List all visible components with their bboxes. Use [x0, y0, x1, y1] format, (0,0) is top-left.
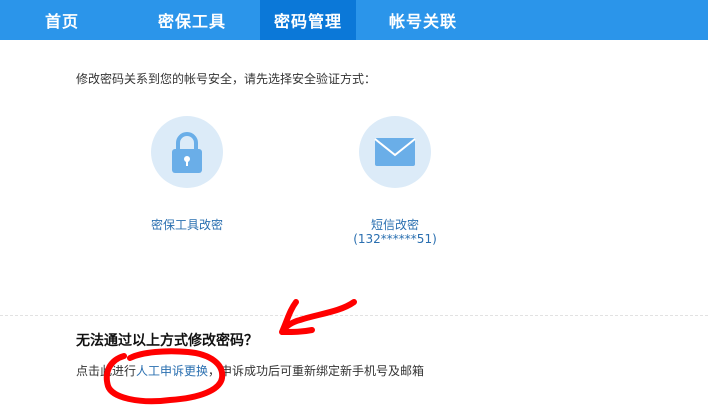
divider [0, 315, 708, 316]
sms-label[interactable]: 短信改密 [340, 216, 450, 233]
cannot-change-heading: 无法通过以上方式修改密码？ [76, 333, 258, 349]
appeal-suffix: ，申诉成功后可重新绑定新手机号及邮箱 [208, 364, 425, 378]
security-tool-label[interactable]: 密保工具改密 [132, 216, 242, 233]
top-nav-bar: 首页 密保工具 密码管理 帐号关联 [0, 0, 708, 40]
lock-icon [151, 116, 223, 188]
tab-password-management[interactable]: 密码管理 [260, 0, 356, 40]
phone-number-masked: (132******51) [353, 232, 437, 246]
tab-home[interactable]: 首页 [0, 0, 124, 40]
manual-appeal-link[interactable]: 人工申诉更换 [136, 364, 208, 378]
envelope-icon [359, 116, 431, 188]
tab-security-tools[interactable]: 密保工具 [124, 0, 260, 40]
instruction-text: 修改密码关系到您的帐号安全，请先选择安全验证方式： [76, 72, 377, 86]
appeal-text-line: 点击此进行人工申诉更换，申诉成功后可重新绑定新手机号及邮箱 [76, 362, 424, 379]
annotation-arrow [279, 299, 357, 335]
appeal-prefix: 点击此进行 [76, 364, 137, 378]
tab-account-linking[interactable]: 帐号关联 [356, 0, 490, 40]
